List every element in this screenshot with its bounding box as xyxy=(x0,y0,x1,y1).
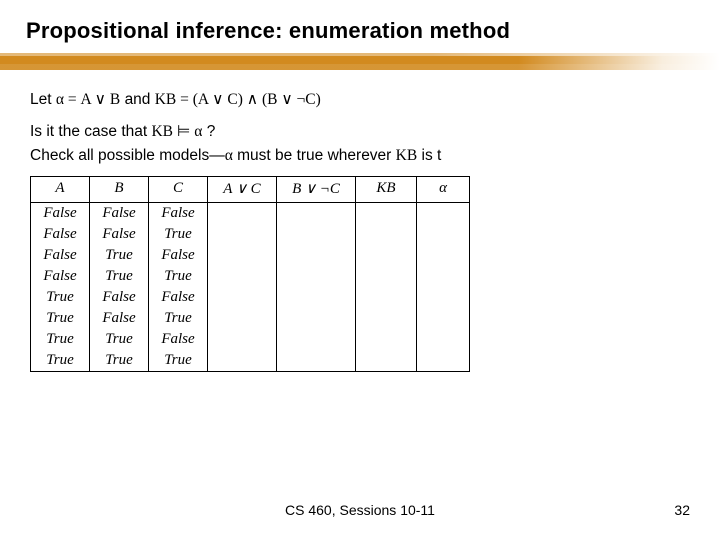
table-cell xyxy=(277,203,356,225)
table-row: FalseTrueFalse xyxy=(31,245,470,266)
table-cell xyxy=(417,350,470,372)
table-row: TrueTrueTrue xyxy=(31,350,470,372)
let-prefix: Let xyxy=(30,91,56,108)
alpha-symbol: α xyxy=(225,147,233,164)
and-word: and xyxy=(125,91,155,108)
table-cell: False xyxy=(149,245,208,266)
table-row: FalseTrueTrue xyxy=(31,266,470,287)
table-cell xyxy=(277,224,356,245)
table-cell xyxy=(417,245,470,266)
table-cell xyxy=(356,350,417,372)
table-cell xyxy=(208,245,277,266)
table-cell xyxy=(356,224,417,245)
q-prefix: Is it the case that xyxy=(30,123,151,140)
kb-entails: KB ⊨ α xyxy=(151,123,202,140)
table-cell: True xyxy=(90,350,149,372)
table-cell: False xyxy=(90,308,149,329)
table-cell xyxy=(417,329,470,350)
table-cell xyxy=(277,350,356,372)
check-prefix: Check all possible models— xyxy=(30,147,225,164)
title-underline-decoration xyxy=(0,50,720,78)
table-cell: True xyxy=(31,287,90,308)
table-row: FalseFalseFalse xyxy=(31,203,470,225)
table-cell: False xyxy=(90,287,149,308)
q-suffix: ? xyxy=(207,123,216,140)
kb-symbol: KB xyxy=(396,147,418,164)
table-cell: False xyxy=(31,203,90,225)
table-cell: True xyxy=(149,266,208,287)
table-cell xyxy=(208,224,277,245)
table-cell xyxy=(277,308,356,329)
truth-table: ABCA ∨ CB ∨ ¬CKBα FalseFalseFalseFalseFa… xyxy=(30,176,470,372)
table-cell xyxy=(356,245,417,266)
table-header: C xyxy=(149,177,208,203)
table-cell xyxy=(356,266,417,287)
table-cell: True xyxy=(149,350,208,372)
table-cell xyxy=(417,203,470,225)
table-cell xyxy=(356,308,417,329)
table-row: TrueFalseTrue xyxy=(31,308,470,329)
table-cell: True xyxy=(90,266,149,287)
check-mid: must be true wherever xyxy=(233,147,396,164)
table-cell: True xyxy=(31,350,90,372)
table-cell xyxy=(356,203,417,225)
table-header: A ∨ C xyxy=(208,177,277,203)
table-cell: False xyxy=(149,203,208,225)
table-cell xyxy=(277,266,356,287)
footer-text: CS 460, Sessions 10-11 xyxy=(0,502,720,518)
table-cell xyxy=(417,224,470,245)
table-cell xyxy=(417,287,470,308)
table-header: B xyxy=(90,177,149,203)
table-header: KB xyxy=(356,177,417,203)
page-title: Propositional inference: enumeration met… xyxy=(26,18,694,44)
page-number: 32 xyxy=(674,502,690,518)
table-cell: False xyxy=(90,203,149,225)
table-cell: False xyxy=(31,224,90,245)
table-cell: True xyxy=(149,308,208,329)
table-cell: False xyxy=(31,266,90,287)
table-cell xyxy=(208,329,277,350)
table-row: TrueTrueFalse xyxy=(31,329,470,350)
table-cell xyxy=(277,329,356,350)
table-cell: True xyxy=(149,224,208,245)
let-line: Let α = A ∨ B and KB = (A ∨ C) ∧ (B ∨ ¬C… xyxy=(30,88,670,112)
table-cell: True xyxy=(31,329,90,350)
table-cell xyxy=(277,245,356,266)
table-cell: True xyxy=(31,308,90,329)
table-cell xyxy=(208,203,277,225)
table-cell xyxy=(417,308,470,329)
table-cell: False xyxy=(149,329,208,350)
table-cell xyxy=(208,350,277,372)
table-cell: False xyxy=(149,287,208,308)
table-header: α xyxy=(417,177,470,203)
table-cell xyxy=(356,329,417,350)
table-cell xyxy=(277,287,356,308)
table-cell: True xyxy=(90,245,149,266)
table-cell: True xyxy=(90,329,149,350)
question-block: Is it the case that KB ⊨ α ? Check all p… xyxy=(30,120,670,168)
table-header: B ∨ ¬C xyxy=(277,177,356,203)
table-cell xyxy=(208,287,277,308)
table-cell xyxy=(208,308,277,329)
alpha-eq: α = A ∨ B xyxy=(56,91,120,108)
check-suffix: is t xyxy=(417,147,441,164)
table-cell: False xyxy=(31,245,90,266)
table-cell xyxy=(208,266,277,287)
table-cell xyxy=(417,266,470,287)
table-cell: False xyxy=(90,224,149,245)
table-row: FalseFalseTrue xyxy=(31,224,470,245)
table-row: TrueFalseFalse xyxy=(31,287,470,308)
table-header: A xyxy=(31,177,90,203)
table-cell xyxy=(356,287,417,308)
kb-eq: KB = (A ∨ C) ∧ (B ∨ ¬C) xyxy=(155,91,321,108)
